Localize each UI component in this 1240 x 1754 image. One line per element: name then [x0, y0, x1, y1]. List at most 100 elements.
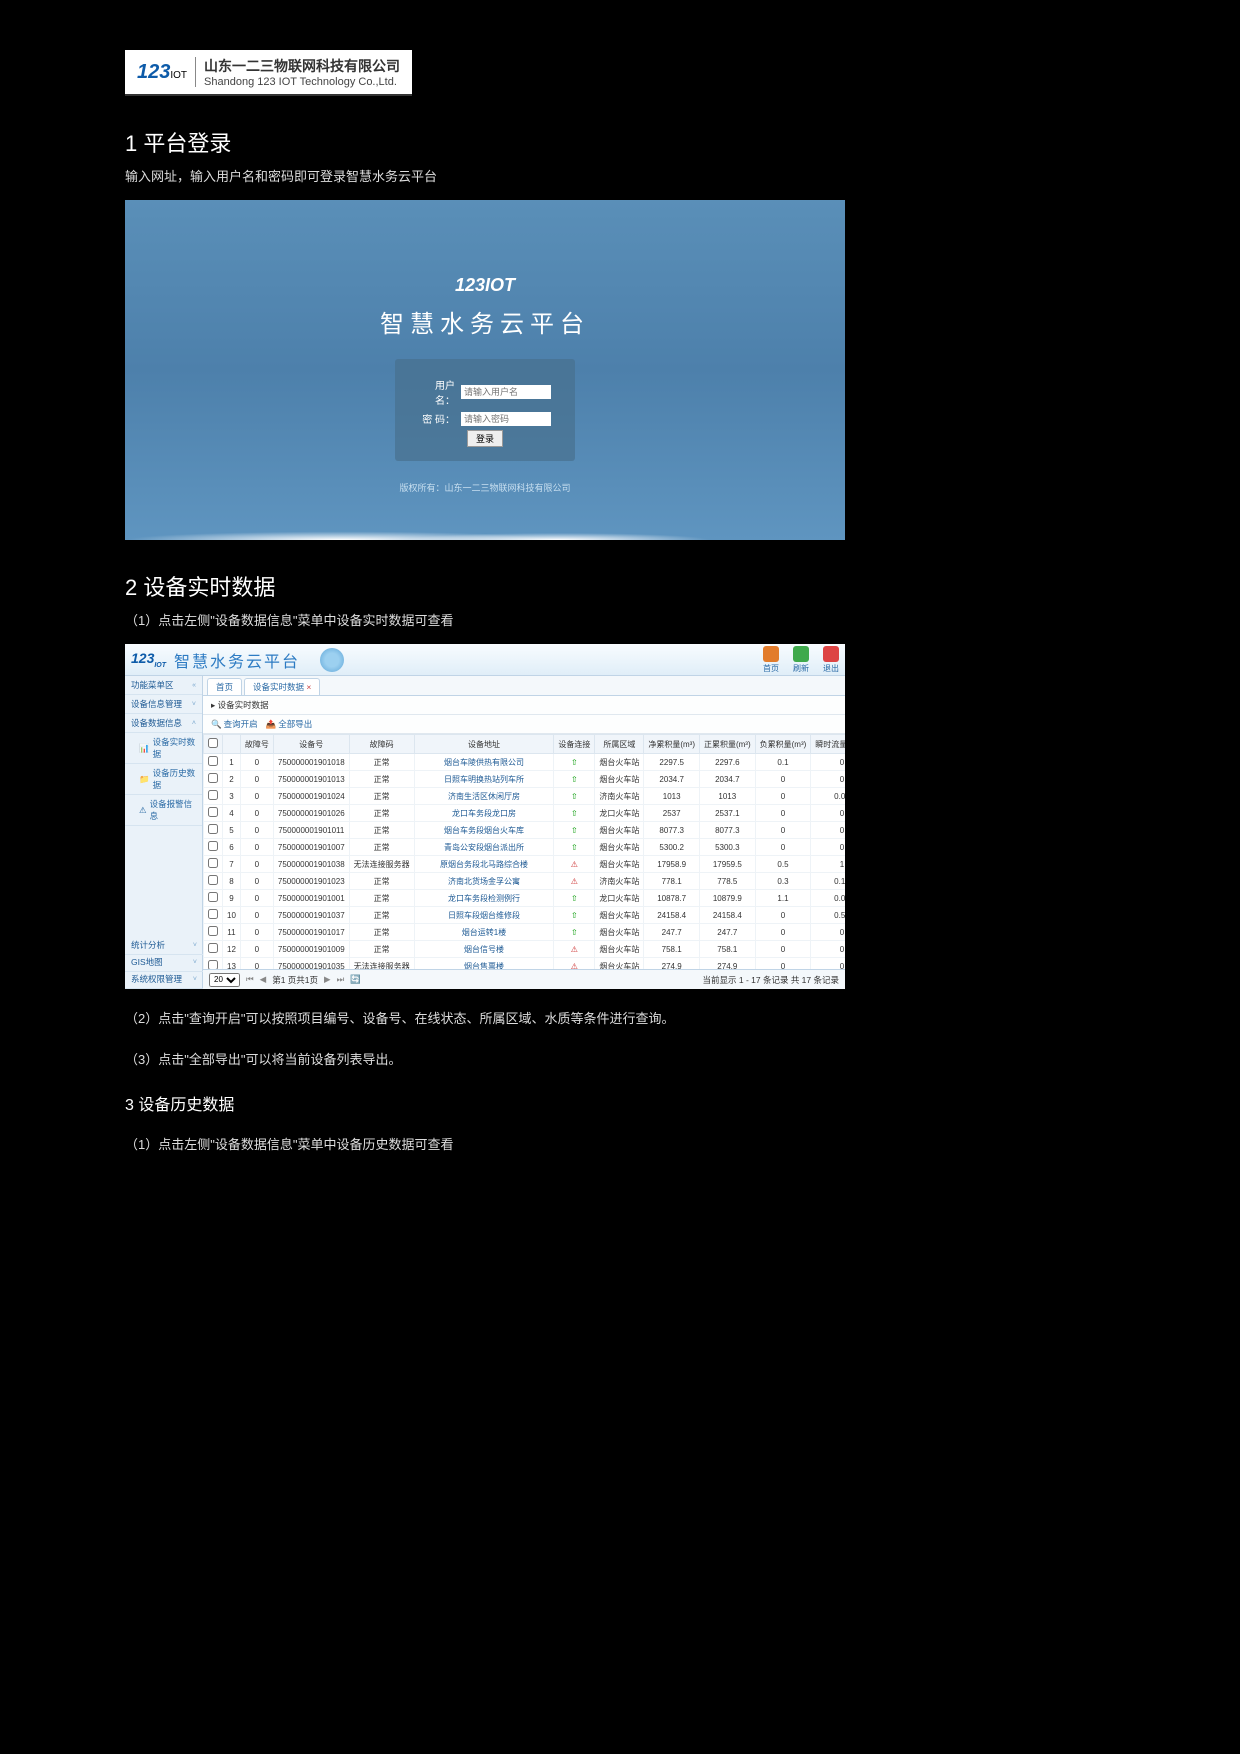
password-label: 密 码：	[419, 411, 455, 426]
col-header: 故障码	[349, 735, 414, 754]
connection-status-icon: ⇧	[554, 924, 595, 941]
device-address: 济南北货场金孚公寓	[414, 873, 554, 890]
tab-realtime-data[interactable]: 设备实时数据 ×	[244, 678, 320, 695]
connection-status-icon: ⚠	[554, 958, 595, 970]
cell: 750000001901011	[273, 822, 349, 839]
cell: 0	[755, 958, 811, 970]
cell: 0	[240, 771, 273, 788]
prev-page-icon[interactable]: ◀	[260, 974, 267, 985]
cell: 正常	[349, 941, 414, 958]
select-all-checkbox[interactable]	[208, 738, 218, 748]
cell: 778.1	[644, 873, 700, 890]
row-checkbox[interactable]	[208, 807, 218, 817]
row-checkbox[interactable]	[208, 790, 218, 800]
page-size-select[interactable]: 20	[209, 973, 240, 987]
col-header: 正累积量(m³)	[699, 735, 755, 754]
row-checkbox[interactable]	[208, 960, 218, 969]
tab-home[interactable]: 首页	[207, 678, 242, 695]
refresh-button[interactable]: 刷新	[793, 646, 809, 674]
row-checkbox-cell	[204, 754, 223, 771]
row-number: 12	[223, 941, 241, 958]
sidebar-sub-alarm[interactable]: ⚠ 设备报警信息	[125, 795, 202, 826]
device-address: 日照车段烟台维修段	[414, 907, 554, 924]
cell: 烟台火车站	[595, 907, 644, 924]
row-checkbox-cell	[204, 958, 223, 970]
cell: 0	[755, 771, 811, 788]
table-row[interactable]: 90750000001901001正常龙口车务段检测例行⇧龙口火车站10878.…	[204, 890, 846, 907]
col-header: 设备连接	[554, 735, 595, 754]
row-checkbox[interactable]	[208, 943, 218, 953]
table-row[interactable]: 20750000001901013正常日照车明换热站列车所⇧烟台火车站2034.…	[204, 771, 846, 788]
row-number: 1	[223, 754, 241, 771]
login-button[interactable]: 登录	[467, 430, 503, 447]
cell: 0	[240, 856, 273, 873]
row-checkbox[interactable]	[208, 841, 218, 851]
cell: 0	[811, 958, 845, 970]
row-checkbox[interactable]	[208, 824, 218, 834]
row-checkbox[interactable]	[208, 858, 218, 868]
connection-status-icon: ⇧	[554, 907, 595, 924]
export-all-button[interactable]: 📤 全部导出	[266, 718, 313, 730]
row-checkbox[interactable]	[208, 926, 218, 936]
connection-status-icon: ⚠	[554, 873, 595, 890]
table-row[interactable]: 30750000001901024正常济南生活区休闲厅房⇧济南火车站101310…	[204, 788, 846, 805]
close-icon[interactable]: ×	[306, 682, 311, 692]
cell: 0	[755, 839, 811, 856]
row-checkbox[interactable]	[208, 756, 218, 766]
cell: 0	[755, 805, 811, 822]
cell: 正常	[349, 822, 414, 839]
sidebar-item-menu[interactable]: 功能菜单区«	[125, 676, 202, 695]
device-address: 青岛公安段烟台派出所	[414, 839, 554, 856]
username-input[interactable]	[461, 385, 551, 399]
col-header	[204, 735, 223, 754]
cell: 烟台火车站	[595, 856, 644, 873]
col-header: 所属区域	[595, 735, 644, 754]
table-row[interactable]: 80750000001901023正常济南北货场金孚公寓⚠济南火车站778.17…	[204, 873, 846, 890]
table-row[interactable]: 100750000001901037正常日照车段烟台维修段⇧烟台火车站24158…	[204, 907, 846, 924]
search-toggle-button[interactable]: 🔍 查询开启	[211, 718, 258, 730]
table-row[interactable]: 110750000001901017正常烟台运转1楼⇧烟台火车站247.7247…	[204, 924, 846, 941]
refresh-page-icon[interactable]: 🔄	[350, 974, 361, 985]
cell: 24158.4	[699, 907, 755, 924]
table-row[interactable]: 70750000001901038无法连接服务器原烟台务段北马路综合楼⚠烟台火车…	[204, 856, 846, 873]
table-row[interactable]: 50750000001901011正常烟台车务段烟台火车库⇧烟台火车站8077.…	[204, 822, 846, 839]
cell: 758.1	[644, 941, 700, 958]
device-address: 烟台信号楼	[414, 941, 554, 958]
next-page-icon[interactable]: ▶	[324, 974, 331, 985]
col-header: 故障号	[240, 735, 273, 754]
cell: 0	[240, 839, 273, 856]
sidebar-item-sys[interactable]: 系统权限管理˅	[125, 970, 203, 989]
row-checkbox[interactable]	[208, 773, 218, 783]
device-address: 烟台售票楼	[414, 958, 554, 970]
first-page-icon[interactable]: ⏮	[246, 974, 254, 985]
cell: 24158.4	[644, 907, 700, 924]
device-address: 龙口车务段龙口房	[414, 805, 554, 822]
row-checkbox[interactable]	[208, 875, 218, 885]
para-export: （3）点击"全部导出"可以将当前设备列表导出。	[125, 1050, 1115, 1071]
login-logo: 123IOT	[435, 246, 535, 296]
cell: 5300.2	[644, 839, 700, 856]
table-row[interactable]: 60750000001901007正常青岛公安段烟台派出所⇧烟台火车站5300.…	[204, 839, 846, 856]
row-checkbox[interactable]	[208, 892, 218, 902]
section-3-heading: 3 设备历史数据	[125, 1091, 1240, 1115]
toolbar: 🔍 查询开启 📤 全部导出	[203, 715, 845, 734]
sidebar-item-device-data[interactable]: 设备数据信息˄	[125, 714, 202, 733]
row-checkbox[interactable]	[208, 909, 218, 919]
sidebar-item-device-mgmt[interactable]: 设备信息管理˅	[125, 695, 202, 714]
last-page-icon[interactable]: ⏭	[337, 974, 345, 985]
table-row[interactable]: 40750000001901026正常龙口车务段龙口房⇧龙口火车站2537253…	[204, 805, 846, 822]
device-address: 龙口车务段检测例行	[414, 890, 554, 907]
table-row[interactable]: 120750000001901009正常烟台信号楼⚠烟台火车站758.1758.…	[204, 941, 846, 958]
sidebar-sub-realtime[interactable]: 📊 设备实时数据	[125, 733, 202, 764]
row-checkbox-cell	[204, 839, 223, 856]
connection-status-icon: ⇧	[554, 822, 595, 839]
logout-button[interactable]: 退出	[823, 646, 839, 674]
password-input[interactable]	[461, 412, 551, 426]
cell: 8077.3	[644, 822, 700, 839]
table-row[interactable]: 10750000001901018正常烟台车陵供热有限公司⇧烟台火车站2297.…	[204, 754, 846, 771]
device-address: 烟台运转1楼	[414, 924, 554, 941]
table-row[interactable]: 130750000001901035无法连接服务器烟台售票楼⚠烟台火车站274.…	[204, 958, 846, 970]
sidebar-sub-history[interactable]: 📁 设备历史数据	[125, 764, 202, 795]
cell: 0	[240, 873, 273, 890]
home-button[interactable]: 首页	[763, 646, 779, 674]
